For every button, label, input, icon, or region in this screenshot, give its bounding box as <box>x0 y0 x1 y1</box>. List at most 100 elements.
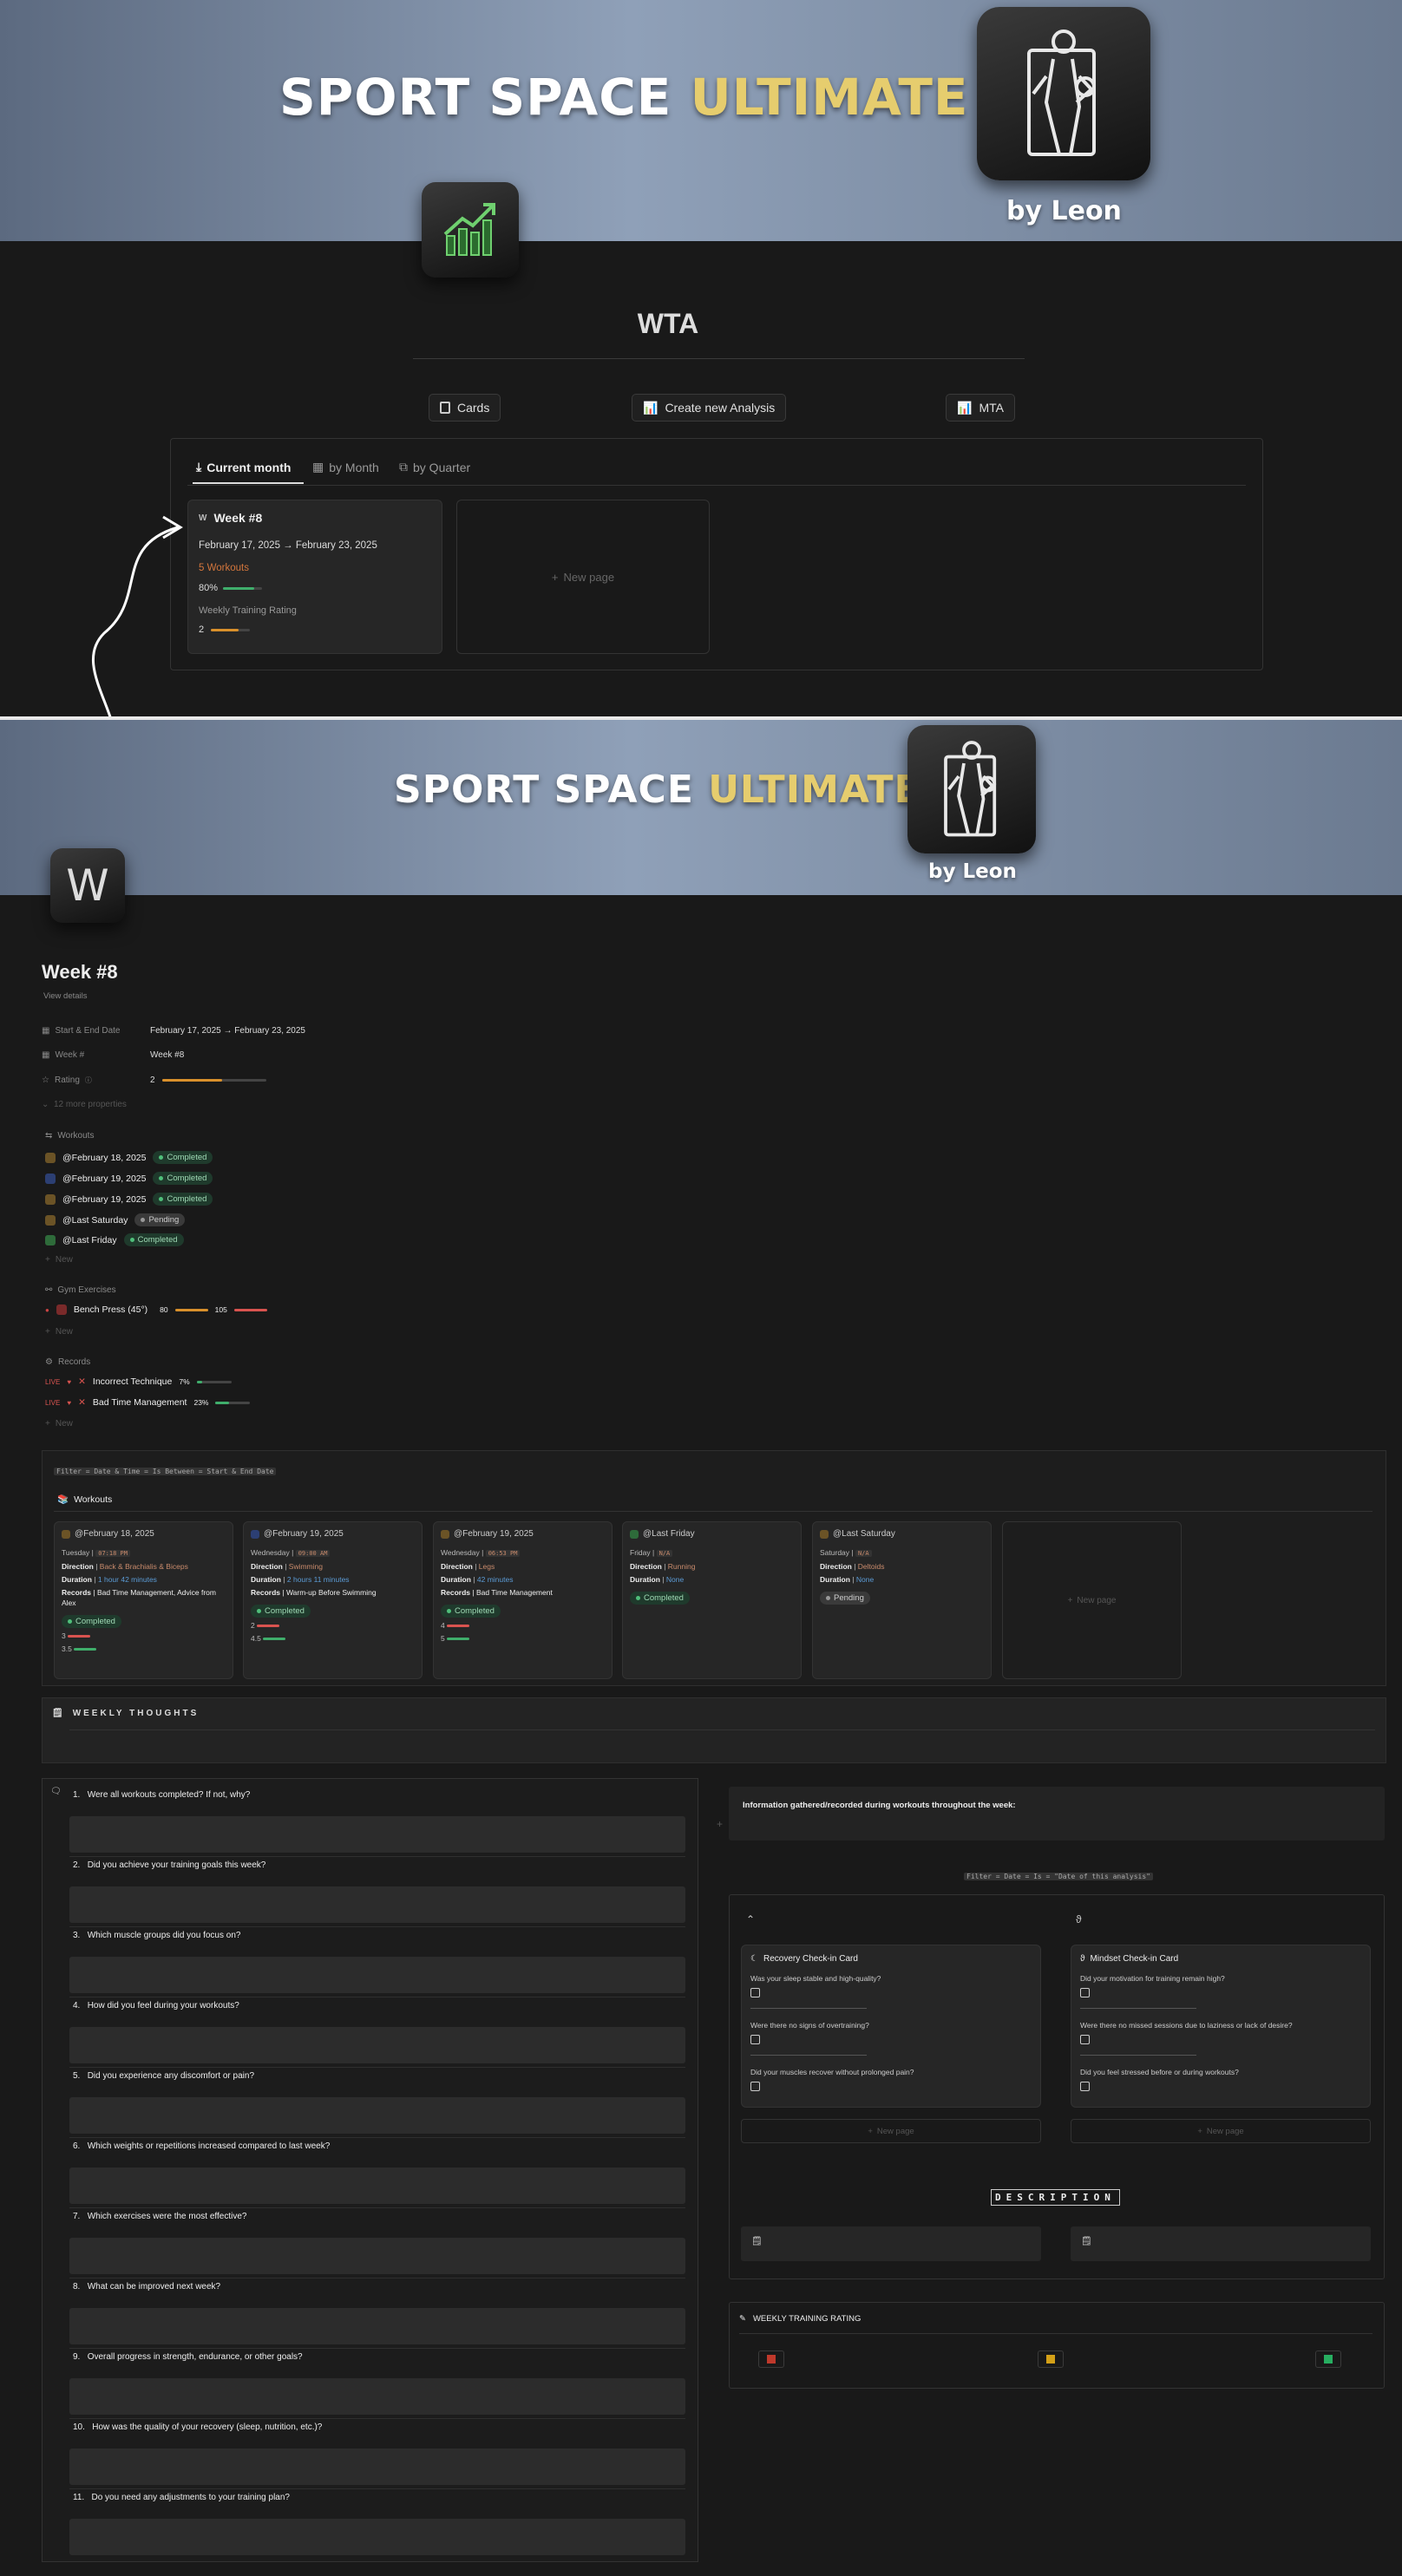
mindset-new-page[interactable]: + New page <box>1071 2119 1371 2143</box>
metric-bar <box>257 1625 280 1628</box>
record-row[interactable]: LIVE ♥ ✕ Incorrect Technique 7% <box>45 1376 232 1387</box>
checkbox[interactable] <box>750 2082 760 2091</box>
workout-card[interactable]: @February 18, 2025 Tuesday | 07:18 PM Di… <box>54 1521 233 1679</box>
question-7: 7. Which exercises were the most effecti… <box>73 2212 247 2221</box>
record-bar <box>196 1380 232 1383</box>
athlete-logo-icon <box>907 725 1036 853</box>
export-icon: ⧉ <box>399 460 408 474</box>
workout-card[interactable]: @February 19, 2025 Wednesday | 09:00 AM … <box>243 1521 423 1679</box>
info-text: Information gathered/recorded during wor… <box>743 1801 1016 1810</box>
checkbox[interactable] <box>750 2035 760 2044</box>
description-box-2[interactable]: 🗒 <box>1071 2226 1371 2261</box>
checkbox[interactable] <box>750 1988 760 1997</box>
tab-underline <box>193 482 304 484</box>
plus-icon: + <box>1197 2126 1202 2136</box>
rating-mid-button[interactable] <box>1038 2350 1064 2368</box>
workout-row[interactable]: @Last Saturday Pending <box>45 1213 186 1226</box>
answer-box-7[interactable] <box>69 2238 685 2274</box>
gym-header: ⚯ Gym Exercises <box>45 1285 116 1295</box>
checkbox[interactable] <box>1080 2035 1090 2044</box>
tab-by-quarter[interactable]: ⧉ by Quarter <box>399 460 470 474</box>
workout-card[interactable]: @Last Friday Friday | N/A Direction | Ru… <box>622 1521 802 1679</box>
bench-icon <box>56 1304 67 1315</box>
workout-icon <box>441 1529 449 1539</box>
week-card[interactable]: W Week #8 February 17, 2025 → February 23… <box>187 500 442 654</box>
workout-icon <box>45 1152 56 1163</box>
checkbox[interactable] <box>1080 2082 1090 2091</box>
rating-good-button[interactable] <box>1315 2350 1341 2368</box>
create-analysis-button[interactable]: 📊 Create new Analysis <box>632 394 787 422</box>
plus-icon: + <box>1067 1595 1073 1605</box>
q-divider <box>69 2207 685 2208</box>
db-filter-code: Filter = Date & Time = Is Between = Star… <box>54 1462 277 1478</box>
answer-box-10[interactable] <box>69 2449 685 2485</box>
workout-row[interactable]: @February 19, 2025 Completed <box>45 1193 213 1206</box>
records-header: ⚙ Records <box>45 1357 91 1367</box>
page-heading: Week #8 <box>42 961 118 983</box>
q-divider <box>69 2348 685 2349</box>
description-box-1[interactable]: 🗒 <box>741 2226 1041 2261</box>
calendar-icon: ▦ <box>312 460 324 474</box>
db-new-page[interactable]: + New page <box>1002 1521 1182 1679</box>
red-square-icon <box>767 2355 776 2364</box>
percent-bar <box>223 586 263 590</box>
pencil-icon: ✎ <box>739 2314 746 2324</box>
db-divider <box>54 1511 1373 1512</box>
cards-button[interactable]: Cards <box>429 394 501 422</box>
plus-icon: + <box>551 570 559 584</box>
workout-card[interactable]: @February 19, 2025 Wednesday | 06:53 PM … <box>433 1521 613 1679</box>
new-gym-button[interactable]: + New <box>45 1327 73 1337</box>
answer-box-11[interactable] <box>69 2519 685 2555</box>
dumbbell-icon: ⚯ <box>45 1285 53 1295</box>
new-page-card[interactable]: + New page <box>456 500 710 654</box>
workout-row[interactable]: @Last Friday Completed <box>45 1233 184 1246</box>
mindset-card[interactable]: ϑ Mindset Check-in Card Did your motivati… <box>1071 1945 1371 2108</box>
gym-bar-2 <box>233 1308 267 1311</box>
mta-button[interactable]: 📊 MTA <box>946 394 1015 422</box>
new-workout-button[interactable]: + New <box>45 1255 73 1265</box>
recovery-card[interactable]: ☾ Recovery Check-in Card Was your sleep s… <box>741 1945 1041 2108</box>
answer-box-2[interactable] <box>69 1886 685 1923</box>
q-divider <box>69 2067 685 2068</box>
checkbox[interactable] <box>1080 1988 1090 1997</box>
workout-row[interactable]: @February 18, 2025 Completed <box>45 1151 213 1164</box>
record-bar <box>215 1401 251 1404</box>
metric-bar <box>74 1648 97 1651</box>
view-details-link[interactable]: View details <box>43 991 88 1001</box>
gym-row[interactable]: ● Bench Press (45°) 80 105 <box>45 1304 267 1315</box>
link-icon: ⇆ <box>45 1131 53 1141</box>
answer-box-3[interactable] <box>69 1957 685 1993</box>
workout-card[interactable]: @Last Saturday Saturday | N/A Direction … <box>812 1521 992 1679</box>
answer-box-9[interactable] <box>69 2378 685 2415</box>
answer-box-4[interactable] <box>69 2027 685 2063</box>
more-properties[interactable]: ⌄ 12 more properties <box>42 1100 127 1109</box>
record-row[interactable]: LIVE ♥ ✕ Bad Time Management 23% <box>45 1397 251 1408</box>
page-title: WTA <box>637 308 699 339</box>
answer-box-8[interactable] <box>69 2308 685 2344</box>
notes-icon: 🗒 <box>1081 2237 1092 2246</box>
metric-bar <box>447 1625 470 1628</box>
tabs-divider <box>187 485 1246 486</box>
question-1: 1. Were all workouts completed? If not, … <box>73 1790 251 1800</box>
tab-by-month[interactable]: ▦ by Month <box>312 460 379 474</box>
green-square-icon <box>1324 2355 1333 2364</box>
tab-current-month[interactable]: ⤓ Current month <box>196 460 291 474</box>
workout-row[interactable]: @February 19, 2025 Completed <box>45 1172 213 1185</box>
q-divider <box>69 2488 685 2489</box>
swim-icon <box>45 1173 56 1184</box>
plus-icon: + <box>45 1327 50 1337</box>
star-icon: ☆ <box>42 1076 49 1085</box>
new-record-button[interactable]: + New <box>45 1419 73 1429</box>
answer-box-5[interactable] <box>69 2097 685 2134</box>
answer-box-1[interactable] <box>69 1816 685 1853</box>
q-divider <box>69 2278 685 2279</box>
workout-icon <box>62 1529 70 1539</box>
recovery-new-page[interactable]: + New page <box>741 2119 1041 2143</box>
answer-box-6[interactable] <box>69 2167 685 2204</box>
card-percent: 80% <box>199 583 219 593</box>
question-6: 6. Which weights or repetitions increase… <box>73 2141 331 2151</box>
heart-icon: ♥ <box>67 1398 72 1407</box>
divider <box>413 358 1025 359</box>
card-dates: February 17, 2025 → February 23, 2025 <box>199 540 377 551</box>
rating-bad-button[interactable] <box>758 2350 784 2368</box>
